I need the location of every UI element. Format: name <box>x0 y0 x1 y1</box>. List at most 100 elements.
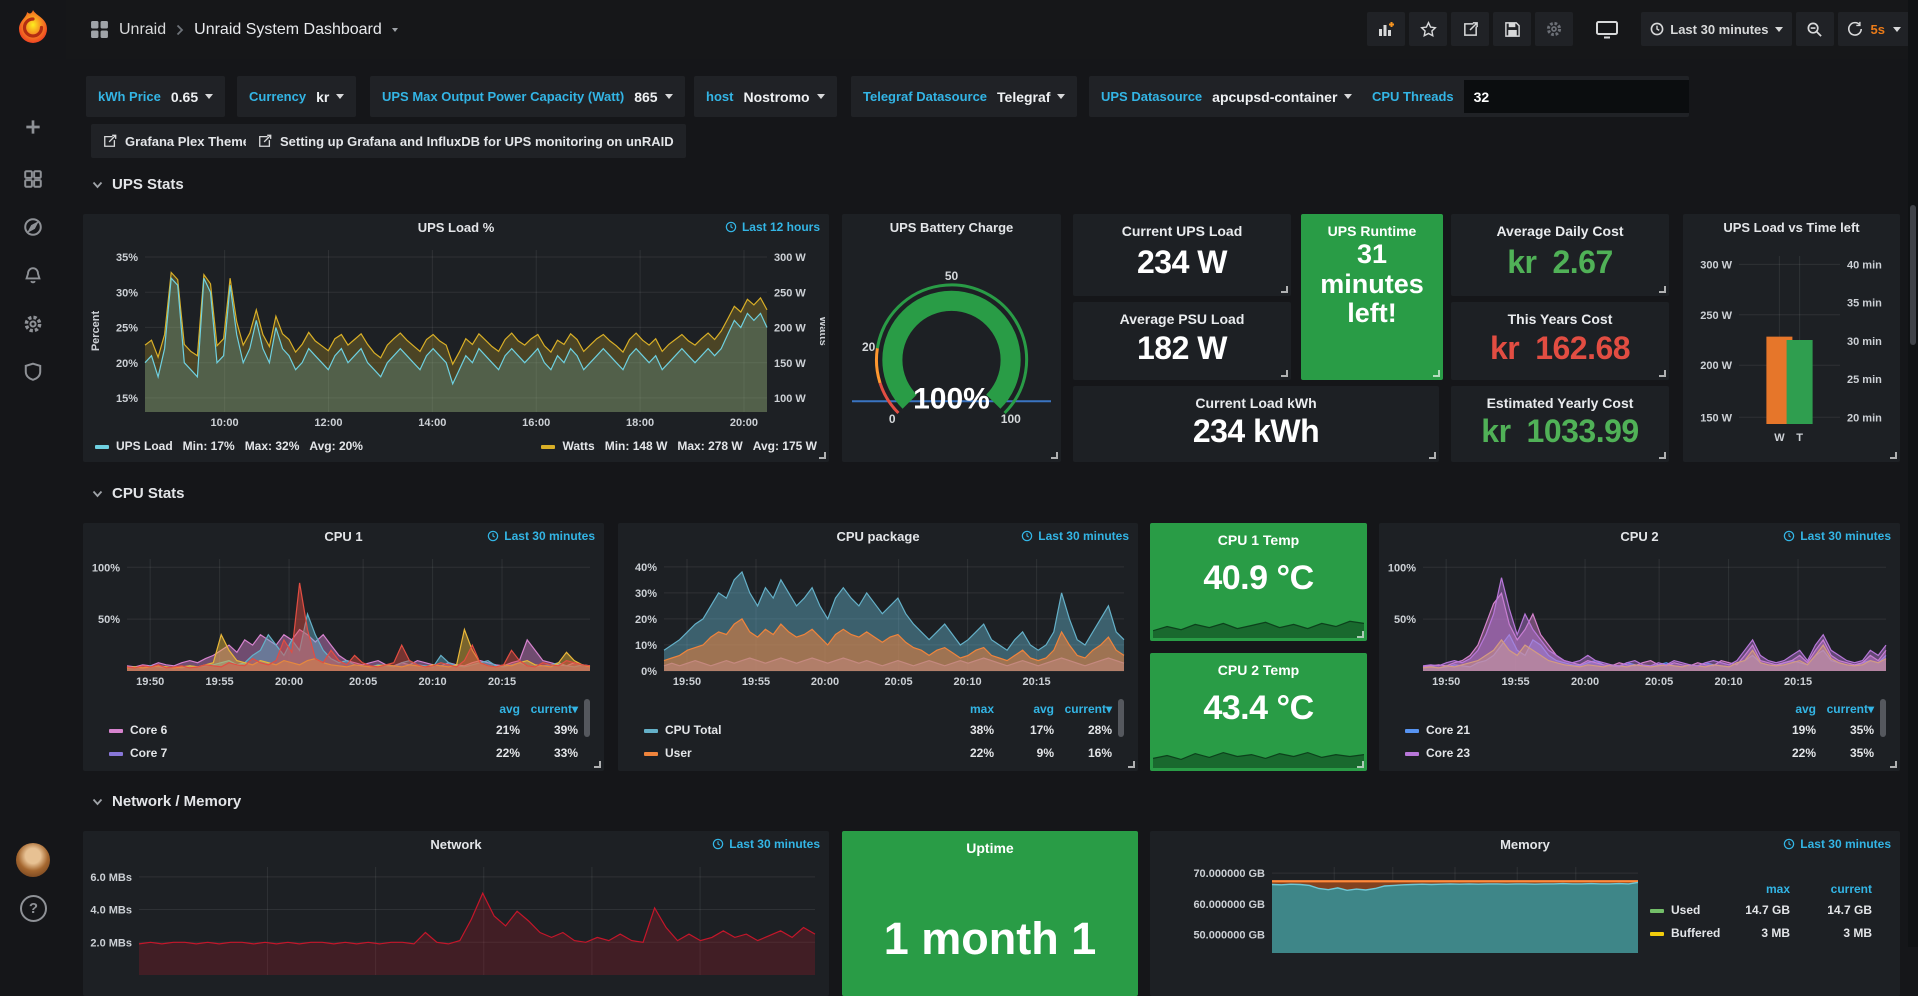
scrollbar-thumb[interactable] <box>1910 205 1916 345</box>
legend-scrollbar[interactable] <box>1880 699 1886 737</box>
panel-title[interactable]: CPU 2 Temp <box>1150 662 1367 678</box>
resize-handle[interactable] <box>1357 761 1364 768</box>
panel-title[interactable]: UPS Load % <box>83 214 829 240</box>
legend-series-name[interactable]: Used <box>1671 903 1700 917</box>
legend-col-avg[interactable]: avg <box>996 699 1054 719</box>
panel-title[interactable]: Current Load kWh <box>1073 395 1439 411</box>
add-panel-button[interactable] <box>1367 12 1405 46</box>
cpu1-chart[interactable]: 50%100%19:5019:5520:0020:0520:1020:15 <box>87 553 600 689</box>
time-range-picker[interactable]: Last 30 minutes <box>1641 12 1791 46</box>
panel-title[interactable]: CPU 1 Temp <box>1150 532 1367 548</box>
ups-load-chart[interactable]: 15%20%25%30%35%100 W150 W200 W250 W300 W… <box>87 242 825 432</box>
network-chart[interactable]: 2.0 MBs4.0 MBs6.0 MBs <box>87 861 825 979</box>
legend-series-name[interactable]: CPU Total <box>665 723 721 737</box>
resize-handle[interactable] <box>1659 452 1666 459</box>
panel-title[interactable]: UPS Battery Charge <box>842 214 1061 240</box>
resize-handle[interactable] <box>1659 370 1666 377</box>
panel-time-badge[interactable]: Last 30 minutes <box>1783 837 1891 851</box>
resize-handle[interactable] <box>1429 452 1436 459</box>
legend-col-avg[interactable]: avg <box>462 699 520 719</box>
create-plus-icon[interactable] <box>0 105 66 149</box>
variable-value[interactable]: kr <box>316 89 329 105</box>
ups-battery-gauge[interactable]: 02050100100% <box>846 240 1057 458</box>
legend-scrollbar[interactable] <box>584 699 590 737</box>
ups-load-vs-time-chart[interactable]: WT150 W200 W250 W300 W20 min25 min30 min… <box>1687 242 1896 452</box>
share-dashboard-button[interactable] <box>1451 12 1489 46</box>
panel-title[interactable]: Uptime <box>842 840 1138 856</box>
resize-handle[interactable] <box>594 761 601 768</box>
legend-series-name[interactable]: Core 6 <box>130 723 167 737</box>
help-icon[interactable]: ? <box>20 895 47 922</box>
explore-compass-icon[interactable] <box>0 205 66 249</box>
configuration-gear-icon[interactable] <box>0 302 66 346</box>
resize-handle[interactable] <box>1659 286 1666 293</box>
resize-handle[interactable] <box>1357 631 1364 638</box>
zoom-out-time-button[interactable] <box>1796 12 1834 46</box>
legend-col-max[interactable]: max <box>1716 879 1790 899</box>
dashboard-settings-button[interactable] <box>1535 12 1573 46</box>
variable-value[interactable]: Telegraf <box>997 89 1050 105</box>
panel-title[interactable]: Average Daily Cost <box>1451 223 1669 239</box>
legend-col-current[interactable]: current <box>1798 879 1872 899</box>
variable-value[interactable]: Nostromo <box>743 89 809 105</box>
variable-value[interactable]: apcupsd-container <box>1212 89 1337 105</box>
save-dashboard-button[interactable] <box>1493 12 1531 46</box>
resize-handle[interactable] <box>1281 286 1288 293</box>
alerting-bell-icon[interactable] <box>0 254 66 298</box>
resize-handle[interactable] <box>1433 370 1440 377</box>
legend-series-name[interactable]: Buffered <box>1671 926 1720 940</box>
section-cpu-stats[interactable]: CPU Stats <box>92 485 185 502</box>
star-dashboard-button[interactable] <box>1409 12 1447 46</box>
cpu-package-chart[interactable]: 0%10%20%30%40%19:5019:5520:0020:0520:102… <box>622 553 1134 689</box>
legend-series-name[interactable]: Core 23 <box>1426 746 1470 760</box>
resize-handle[interactable] <box>1890 761 1897 768</box>
resize-handle[interactable] <box>1128 761 1135 768</box>
refresh-button[interactable]: 5s <box>1838 12 1910 46</box>
resize-handle[interactable] <box>1051 452 1058 459</box>
dashboard-caret-icon[interactable] <box>392 28 398 32</box>
variable-kwh-price[interactable]: kWh Price 0.65 <box>86 76 225 117</box>
variable-ups-max-output[interactable]: UPS Max Output Power Capacity (Watt) 865 <box>370 76 685 117</box>
panel-title[interactable]: UPS Runtime <box>1301 223 1443 239</box>
legend-series-name[interactable]: Core 21 <box>1426 723 1470 737</box>
panel-title[interactable]: Current UPS Load <box>1073 223 1291 239</box>
resize-handle[interactable] <box>1890 452 1897 459</box>
panel-title[interactable]: This Years Cost <box>1451 311 1669 327</box>
panel-title[interactable]: Average PSU Load <box>1073 311 1291 327</box>
server-admin-shield-icon[interactable] <box>0 350 66 394</box>
link-ups-monitoring-guide[interactable]: Setting up Grafana and InfluxDB for UPS … <box>246 124 686 158</box>
apps-grid-icon[interactable] <box>90 20 109 39</box>
section-ups-stats[interactable]: UPS Stats <box>92 176 184 193</box>
user-avatar[interactable] <box>16 843 50 877</box>
breadcrumb-folder[interactable]: Unraid <box>119 21 166 39</box>
variable-ups-datasource[interactable]: UPS Datasource apcupsd-container <box>1089 76 1364 117</box>
legend-col-avg[interactable]: avg <box>1758 699 1816 719</box>
legend-series-name[interactable]: UPS Load <box>116 439 173 453</box>
refresh-interval-label[interactable]: 5s <box>1871 22 1885 37</box>
resize-handle[interactable] <box>1281 370 1288 377</box>
refresh-caret-icon[interactable] <box>1893 27 1901 32</box>
panel-time-badge[interactable]: Last 12 hours <box>725 220 820 234</box>
dashboards-icon[interactable] <box>0 157 66 201</box>
legend-series-name[interactable]: User <box>665 746 692 760</box>
panel-time-badge[interactable]: Last 30 minutes <box>1783 529 1891 543</box>
variable-host[interactable]: host Nostromo <box>694 76 837 117</box>
variable-currency[interactable]: Currency kr <box>237 76 356 117</box>
section-network-memory[interactable]: Network / Memory <box>92 793 241 810</box>
cpu-threads-input[interactable] <box>1464 80 1689 113</box>
panel-title[interactable]: UPS Load vs Time left <box>1683 214 1900 240</box>
legend-scrollbar[interactable] <box>1118 699 1124 737</box>
link-grafana-plex-theme[interactable]: Grafana Plex Theme <box>91 124 262 158</box>
variable-value[interactable]: 0.65 <box>171 89 198 105</box>
page-scrollbar[interactable] <box>1908 0 1918 947</box>
dashboard-title[interactable]: Unraid System Dashboard <box>194 21 382 39</box>
legend-series-name[interactable]: Core 7 <box>130 746 167 760</box>
legend-col-max[interactable]: max <box>936 699 994 719</box>
legend-col-current[interactable]: current▾ <box>1054 699 1112 719</box>
variable-value[interactable]: 865 <box>634 89 657 105</box>
panel-time-badge[interactable]: Last 30 minutes <box>487 529 595 543</box>
legend-series-name[interactable]: Watts <box>562 439 594 453</box>
panel-time-badge[interactable]: Last 30 minutes <box>712 837 820 851</box>
cpu2-chart[interactable]: 50%100%19:5019:5520:0020:0520:1020:15 <box>1383 553 1896 689</box>
panel-title[interactable]: Estimated Yearly Cost <box>1451 395 1669 411</box>
